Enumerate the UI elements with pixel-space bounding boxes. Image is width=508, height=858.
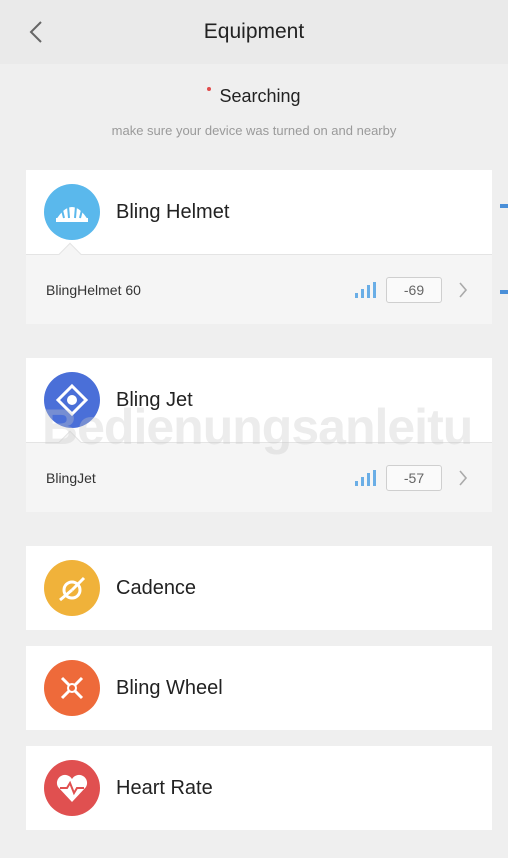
- device-row-cadence[interactable]: Cadence: [26, 546, 492, 630]
- rssi-badge: -69: [386, 276, 442, 303]
- searching-indicator-icon: [207, 86, 212, 91]
- search-hint: make sure your device was turned on and …: [111, 123, 397, 138]
- signal-strength-icon: [355, 469, 376, 486]
- found-device-row[interactable]: BlingHelmet 60 -69: [26, 242, 492, 324]
- heart-icon: [44, 760, 100, 816]
- arrow-marker: [500, 290, 508, 294]
- chevron-right-icon: [458, 281, 472, 299]
- device-card-heart-rate[interactable]: Heart Rate: [26, 746, 492, 830]
- search-status: Searching make sure your device was turn…: [0, 86, 508, 138]
- device-name: Bling Jet: [116, 388, 193, 411]
- rssi-badge: -57: [386, 464, 442, 491]
- device-name: Heart Rate: [116, 776, 213, 799]
- chevron-right-icon: [458, 469, 472, 487]
- app-header: Equipment: [0, 0, 508, 64]
- device-row-bling-helmet[interactable]: Bling Helmet: [26, 170, 492, 254]
- device-card-cadence[interactable]: Cadence: [26, 546, 492, 630]
- back-button[interactable]: [22, 18, 50, 46]
- arrow-marker: [500, 204, 508, 208]
- found-device-name: BlingHelmet 60: [46, 281, 141, 298]
- chevron-left-icon: [29, 21, 42, 43]
- device-name: Cadence: [116, 576, 197, 599]
- drone-icon: [44, 372, 100, 428]
- device-card-bling-wheel[interactable]: Bling Wheel: [26, 646, 492, 730]
- device-row-heart-rate[interactable]: Heart Rate: [26, 746, 492, 830]
- device-card-bling-helmet: Bling Helmet BlingHelmet 60 -69: [26, 170, 492, 324]
- device-name: Bling Wheel: [116, 676, 223, 699]
- page-title: Equipment: [203, 20, 305, 43]
- signal-strength-icon: [355, 281, 376, 298]
- helmet-icon: [44, 184, 100, 240]
- wheel-icon: [44, 660, 100, 716]
- device-row-bling-wheel[interactable]: Bling Wheel: [26, 646, 492, 730]
- cadence-icon: [44, 560, 100, 616]
- device-name: Bling Helmet: [116, 200, 230, 223]
- device-card-bling-jet: Bling Jet BlingJet -57: [26, 358, 492, 512]
- searching-label: Searching: [219, 86, 301, 106]
- found-device-name: BlingJet: [46, 469, 96, 486]
- device-row-bling-jet[interactable]: Bling Jet: [26, 358, 492, 442]
- found-device-row[interactable]: BlingJet -57: [26, 430, 492, 512]
